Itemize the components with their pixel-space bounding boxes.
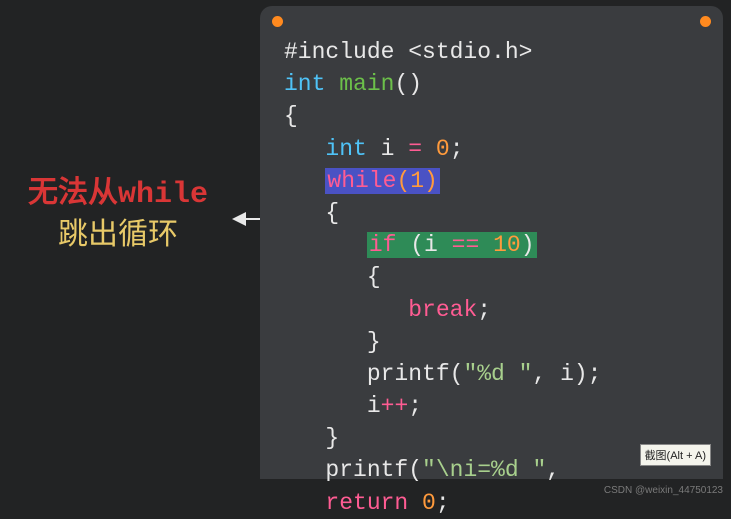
code-num: 0 [408, 490, 436, 516]
code-text: , [546, 457, 574, 483]
code-semi: ; [450, 136, 464, 162]
code-op: = [408, 136, 422, 162]
code-semi: ; [477, 297, 491, 323]
code-func: main [325, 71, 394, 97]
code-text: (i [396, 232, 451, 258]
code-kw: break [408, 297, 477, 323]
screenshot-tooltip: 截图(Alt + A) [640, 444, 711, 466]
code-op: == [452, 232, 480, 258]
code-kw: if [369, 232, 397, 258]
window-dot-icon [700, 16, 711, 27]
code-paren: ) [521, 232, 535, 258]
code-num: 0 [422, 136, 450, 162]
code-kw: int [325, 136, 366, 162]
code-var: i [367, 136, 408, 162]
code-window: #include <stdio.h> int main() { int i = … [260, 6, 723, 479]
code-brace: } [325, 425, 339, 451]
code-kw: int [284, 71, 325, 97]
code-var: i [367, 393, 381, 419]
anno-l2: 跳出循环 [58, 218, 178, 251]
code-op: ++ [381, 393, 409, 419]
code-semi: ; [408, 393, 422, 419]
code-semi: ; [436, 490, 450, 516]
code-func: printf( [367, 361, 464, 387]
highlight-if: if (i == 10) [367, 232, 537, 258]
code-brace: { [284, 103, 298, 129]
code-kw: while [327, 168, 396, 194]
code-func: printf( [325, 457, 422, 483]
code-text: , i); [532, 361, 601, 387]
code-str: "%d " [463, 361, 532, 387]
code-str: "\ni=%d " [422, 457, 546, 483]
code-brace: { [367, 264, 381, 290]
code-kw: return [325, 490, 408, 516]
code-arg: (1) [396, 168, 437, 194]
anno-l1-a: 无法从while [28, 178, 208, 212]
window-titlebar [260, 14, 723, 28]
code-paren: () [394, 71, 422, 97]
code-brace: { [325, 200, 339, 226]
window-dot-icon [272, 16, 283, 27]
code-include: #include <stdio.h> [284, 39, 532, 65]
annotation-text: 无法从while 跳出循环 [28, 176, 208, 257]
watermark-text: CSDN @weixin_44750123 [604, 485, 723, 496]
code-brace: } [367, 329, 381, 355]
code-num: 10 [479, 232, 520, 258]
highlight-while: while(1) [325, 168, 439, 194]
